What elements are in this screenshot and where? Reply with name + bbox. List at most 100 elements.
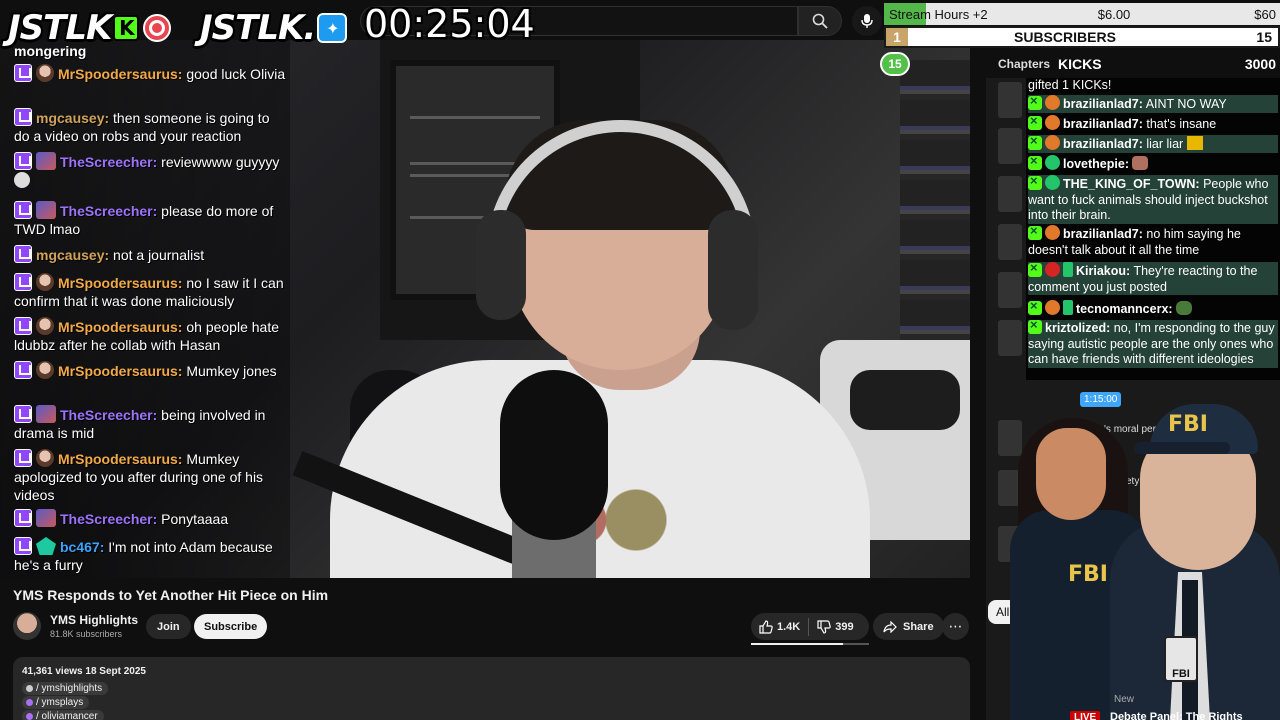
search-button[interactable]: [798, 6, 842, 36]
chat-message: Kiriakou: They're reacting to the commen…: [1028, 260, 1278, 295]
twitch-icon: [14, 108, 32, 126]
kick-icon: [1028, 93, 1042, 110]
video-duration: 1:15:00: [1080, 392, 1122, 407]
twitter-logo: JSTLK. ✦: [200, 8, 348, 48]
screen: mongering MrSpoodersaurus: good luck Oli…: [0, 0, 1280, 720]
subscriber-count: 81.8K subscribers: [50, 629, 123, 639]
kick-logo: JSTLK K: [8, 8, 172, 48]
fbi-woman-label: FBI: [1068, 562, 1108, 587]
chat-message: bc467: I'm not into Adam because he's a …: [14, 537, 273, 573]
video-thumbnail[interactable]: [998, 128, 1022, 164]
live-badge: LIVE: [1070, 711, 1101, 720]
chat-message: TheScreecher: reviewwww guyyyy: [14, 152, 286, 189]
kicks-label: KICKS: [1058, 56, 1102, 72]
user-avatar: [36, 509, 56, 527]
chat-message: brazilianlad7: no him saying he doesn't …: [1028, 223, 1278, 258]
stream-timer: 00:25:04: [364, 2, 535, 46]
channel-avatar[interactable]: [13, 612, 41, 640]
kick-icon: [1028, 260, 1042, 277]
fbi-man-cap-brim: [1134, 442, 1230, 454]
user-avatar: [36, 537, 56, 555]
user-badge-icon: [1045, 155, 1060, 170]
views-and-date: 41,361 views 18 Sept 2025: [22, 666, 146, 677]
user-avatar: [36, 201, 56, 219]
user-badge-icon: [1045, 175, 1060, 190]
twitch-icon: [14, 64, 32, 82]
user-badge-icon: [1063, 300, 1073, 315]
share-button[interactable]: Share: [873, 613, 944, 640]
kick-icon: [1028, 173, 1042, 190]
video-title: YMS Responds to Yet Another Hit Piece on…: [13, 587, 329, 603]
dislike-count: 399: [835, 620, 854, 633]
link-icon: [26, 699, 33, 706]
share-icon: [883, 620, 897, 633]
stream-hours-label: Stream Hours +2: [889, 6, 988, 22]
chat-message: MrSpoodersaurus: Mumkey jones: [14, 361, 286, 380]
twitch-icon: [14, 537, 32, 555]
user-avatar: [36, 449, 54, 467]
microphone-windscreen: [500, 370, 608, 540]
twitch-icon: [14, 317, 32, 335]
user-avatar: [36, 361, 54, 379]
channel-name[interactable]: YMS Highlights: [50, 613, 138, 627]
chat-message: kriztolized: no, I'm responding to the g…: [1028, 317, 1278, 368]
video-thumbnail[interactable]: [998, 272, 1022, 308]
user-badge-icon: [1045, 135, 1060, 150]
description-link[interactable]: / ymshighlights: [22, 682, 109, 695]
video-thumbnail[interactable]: [998, 82, 1022, 118]
twitch-icon: [14, 201, 32, 219]
chat-message: THE_KING_OF_TOWN: People who want to fuc…: [1028, 173, 1278, 224]
more-actions-button[interactable]: ⋯: [942, 613, 969, 640]
video-title-snippet[interactable]: Debate Panel: The Rights: [1110, 711, 1243, 720]
subscribers-label: SUBSCRIBERS: [1014, 29, 1116, 45]
chat-message: MrSpoodersaurus: oh people hate ldubbz a…: [14, 317, 279, 353]
user-avatar: [36, 273, 54, 291]
description-link[interactable]: / oliviamancer: [22, 710, 104, 720]
stream-hours-goal: $60: [1254, 6, 1276, 22]
video-thumbnail[interactable]: [998, 420, 1022, 456]
link-icon: [26, 685, 33, 692]
microphone-icon: [861, 14, 873, 28]
kicks-bar: 15 Chapters KICKS 3000: [880, 52, 1280, 76]
subscribers-count: 15: [1256, 29, 1272, 45]
headphones-left-cup: [476, 210, 526, 320]
user-badge-icon: [1045, 115, 1060, 130]
like-ratio-fill: [751, 643, 844, 645]
chat-message: MrSpoodersaurus: no I saw it I can confi…: [14, 273, 284, 309]
subscribe-button[interactable]: Subscribe: [194, 614, 268, 639]
thumbs-down-icon: [817, 619, 831, 634]
chat-message: MrSpoodersaurus: good luck Olivia: [14, 64, 286, 83]
kick-icon: [1028, 298, 1042, 315]
right-chat-overlay: gifted 1 KICKs! brazilianlad7: AINT NO W…: [1026, 78, 1280, 380]
voice-search-button[interactable]: [852, 6, 882, 36]
video-thumbnail[interactable]: [998, 176, 1022, 212]
user-avatar: [36, 64, 54, 82]
twitch-icon: [14, 361, 32, 379]
kick-icon: [1028, 317, 1042, 334]
chat-message: TheScreecher: please do more of TWD lmao: [14, 201, 274, 237]
record-icon: [143, 14, 172, 42]
description-link[interactable]: / ymsplays: [22, 696, 90, 709]
twitch-icon: [14, 152, 32, 170]
fbi-id-badge: FBI: [1164, 636, 1198, 682]
chapters-label: Chapters: [998, 57, 1051, 71]
link-icon: [26, 713, 33, 720]
chat-message: brazilianlad7: liar liar: [1028, 133, 1278, 153]
left-chat-overlay: mongering MrSpoodersaurus: good luck Oli…: [0, 40, 290, 578]
twitch-icon: [14, 405, 32, 423]
join-button[interactable]: Join: [146, 614, 191, 639]
video-thumbnail[interactable]: [998, 224, 1022, 260]
dislike-button[interactable]: 399: [809, 613, 861, 640]
stream-hours-bar: Stream Hours +2 $6.00 $60: [884, 3, 1280, 25]
description-box[interactable]: [13, 657, 970, 720]
bed-clothes: [850, 370, 960, 430]
video-thumbnail[interactable]: [998, 320, 1022, 356]
user-badge-icon: [1045, 225, 1060, 240]
kick-icon: [1028, 133, 1042, 150]
like-button[interactable]: 1.4K: [751, 613, 808, 640]
user-avatar: [36, 405, 56, 423]
search-icon: [812, 13, 828, 29]
twitch-icon: [14, 509, 32, 527]
chat-message: lovethepie:: [1028, 153, 1278, 173]
kicks-count: 3000: [1244, 56, 1276, 72]
